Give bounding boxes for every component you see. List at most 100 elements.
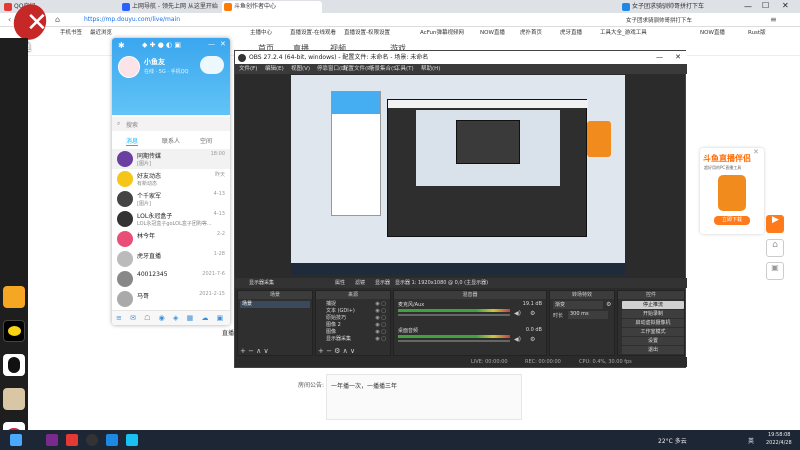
source-item[interactable]: 显示器采集 ◉ ▢ [318, 336, 388, 343]
bookmark-item[interactable]: 直播设置-在线观看 [290, 28, 336, 36]
qq-close-icon[interactable]: ✕ [220, 40, 226, 48]
qq-status[interactable]: 在线 · 5G · 手机QQ [144, 68, 188, 75]
nav-icon [122, 3, 130, 11]
url-input[interactable]: https://mp.douyu.com/live/main [84, 16, 180, 23]
source-item[interactable]: 捕捉 ◉ ▢ [318, 301, 388, 308]
source-item[interactable]: 原始技巧 ◉ ▢ [318, 315, 388, 322]
minimize-icon[interactable]: — [744, 2, 752, 11]
tab-space[interactable]: 空间 [200, 136, 212, 145]
wechat-icon[interactable] [3, 320, 25, 342]
tab-contacts[interactable]: 联系人 [162, 136, 180, 145]
tab-douyu[interactable]: 斗鱼创作者中心 [222, 1, 322, 13]
control-button[interactable]: 设置 [622, 337, 684, 345]
qq-search-input[interactable]: ⌕ 搜索 [112, 117, 230, 131]
list-item[interactable]: 林今年 2-2 [112, 229, 230, 249]
qq-taskbar-icon[interactable] [126, 434, 138, 446]
display-select[interactable]: 显示器 1: 1920x1080 @ 0,0 (主显示器) [395, 278, 488, 288]
ad-close-icon[interactable]: ✕ [753, 148, 759, 156]
qq-minimize-icon[interactable]: — [208, 40, 215, 48]
control-button[interactable]: 工作室模式 [622, 328, 684, 336]
control-button[interactable]: 启动虚拟摄像机 [622, 319, 684, 327]
bookmark-item[interactable]: 最近浏览 [90, 28, 112, 36]
app-icon[interactable] [46, 434, 58, 446]
app-icon[interactable] [66, 434, 78, 446]
windows-start-icon[interactable] [10, 434, 22, 446]
duration-input[interactable]: 300 ms [568, 311, 608, 319]
control-button[interactable]: 开始录制 [622, 310, 684, 318]
source-item[interactable]: 图像 ◉ ▢ [318, 329, 388, 336]
bookmark-item[interactable]: 工具大全_游戏工具 [600, 28, 647, 36]
play-icon[interactable]: ▶ [766, 215, 784, 233]
bookmark-item[interactable]: AcFun弹幕视频网 [420, 28, 464, 36]
list-item[interactable]: 好友动态 有新动态 昨天 [112, 169, 230, 189]
download-button[interactable]: 立即下载 [714, 216, 750, 225]
bookmark-item[interactable]: Rust版 [748, 28, 766, 36]
bookmark-item[interactable]: 手机书签 [60, 28, 82, 36]
list-item[interactable]: 马哥 2021-2-15 [112, 289, 230, 309]
scene-item[interactable]: 场景 [240, 301, 310, 308]
transition-select[interactable]: 渐变 [553, 301, 603, 309]
visibility-icon[interactable]: ◉ ▢ [375, 329, 386, 336]
filters-button[interactable]: 滤镜 [355, 278, 365, 288]
app-icon-k[interactable] [3, 286, 25, 308]
control-button[interactable]: 停止推流 [622, 301, 684, 309]
menu-icon[interactable]: ≡ [770, 15, 777, 24]
control-button[interactable]: 退出 [622, 346, 684, 354]
obs-close-icon[interactable]: ✕ [675, 51, 681, 64]
avatar[interactable] [118, 56, 140, 78]
tab-messages[interactable]: 消息 [126, 136, 139, 146]
gear-icon[interactable]: ⚙ [530, 336, 535, 343]
tab-nav[interactable]: 上网导航 - 领先上网 从这里开始 [120, 1, 220, 13]
list-item[interactable]: 虎牙直播 1-28 [112, 249, 230, 269]
list-item[interactable]: 个千家军 [图片] 4-13 [112, 189, 230, 209]
speaker-icon[interactable]: ◀) [514, 336, 521, 343]
qq-penguin-icon[interactable] [3, 354, 25, 376]
bookmark-item[interactable]: NOW直播 [480, 28, 505, 36]
obs-menu-item[interactable]: 视图(V) [291, 64, 310, 74]
visibility-icon[interactable]: ◉ ▢ [375, 336, 386, 343]
list-item[interactable]: 40012345 2021-7-6 [112, 269, 230, 289]
bookmark-item[interactable]: 虎牙直播 [560, 28, 582, 36]
qq-toolbar-icons[interactable]: ◆ ✚ ● ◐ ▣ [142, 41, 181, 49]
obs-menu-item[interactable]: 帮助(H) [421, 64, 440, 74]
tab-other[interactable]: 女子团求骑驯帅哥拼打下车 [620, 1, 710, 13]
volume-slider[interactable] [398, 314, 510, 316]
list-item[interactable]: 同期传媒 [图片] 18:00 [112, 149, 230, 169]
bookmark-item[interactable]: NOW直播 [700, 28, 725, 36]
obs-taskbar-icon[interactable] [86, 434, 98, 446]
obs-menu-item[interactable]: 文件(F) [239, 64, 257, 74]
ime-indicator[interactable]: 英 [748, 436, 754, 445]
gear-icon[interactable]: ⚙ [530, 310, 535, 317]
speaker-icon[interactable]: ◀) [514, 310, 521, 317]
obs-preview[interactable] [291, 75, 625, 275]
bookmark-item[interactable]: 虎扑首页 [520, 28, 542, 36]
visibility-icon[interactable]: ◉ ▢ [375, 308, 386, 315]
obs-menu-item[interactable]: 工具(T) [395, 64, 414, 74]
list-item[interactable]: LOL永冠盒子 LOL永冠盒子goLOL盒子团购等... 4-13 [112, 209, 230, 229]
close-icon[interactable]: ✕ [782, 1, 789, 10]
bookmark-item[interactable]: 直播设置-权限设置 [344, 28, 390, 36]
search-suggest[interactable]: 女子团求骑驯帅哥拼打下车 [626, 16, 746, 24]
obs-minimize-icon[interactable]: — [656, 51, 663, 64]
properties-button[interactable]: 属性 [335, 278, 345, 288]
game-icon[interactable] [3, 388, 25, 410]
notice-textarea[interactable]: 一年播一次，一播播三年 [326, 374, 522, 420]
gear-icon[interactable]: ⚙ [606, 301, 611, 308]
volume-slider[interactable] [398, 340, 510, 342]
visibility-icon[interactable]: ◉ ▢ [375, 315, 386, 322]
source-controls[interactable]: + − ⚙ ∧ ∨ [318, 347, 355, 355]
visibility-icon[interactable]: ◉ ▢ [375, 322, 386, 329]
source-item[interactable]: 文本 (GDI+) ◉ ▢ [318, 308, 388, 315]
app-icon[interactable] [106, 434, 118, 446]
visibility-icon[interactable]: ◉ ▢ [375, 301, 386, 308]
qq-bottom-toolbar[interactable]: ≡ ✉ ☖ ◉ ◈ ▦ ☁ ▣ ⊞ [112, 310, 230, 325]
weather-widget[interactable]: 22°C 多云 [658, 436, 687, 445]
scene-controls[interactable]: + − ∧ ∨ [240, 347, 269, 355]
source-item[interactable]: 图像 2 ◉ ▢ [318, 322, 388, 329]
maximize-icon[interactable]: ☐ [762, 1, 769, 10]
bookmark-item[interactable]: 主播中心 [250, 28, 272, 36]
home-float-icon[interactable]: ⌂ [766, 239, 784, 257]
obs-menu-item[interactable]: 编辑(E) [265, 64, 284, 74]
screen-icon[interactable]: ▣ [766, 262, 784, 280]
ad-card[interactable]: 斗鱼直播伴侣 超好用的PC直播工具 立即下载 [700, 148, 764, 234]
